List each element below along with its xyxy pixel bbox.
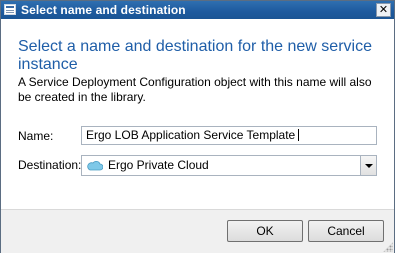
title-bar[interactable]: Select name and destination ✕: [1, 1, 394, 19]
destination-value: Ergo Private Cloud: [108, 158, 209, 172]
window-title: Select name and destination: [21, 3, 186, 17]
name-field[interactable]: Ergo LOB Application Service Template: [81, 126, 377, 145]
close-icon: ✕: [378, 4, 389, 16]
destination-dropdown[interactable]: Ergo Private Cloud: [81, 155, 377, 176]
resize-grip-icon[interactable]: [383, 242, 393, 252]
name-label: Name:: [18, 129, 54, 143]
chevron-down-icon[interactable]: [360, 156, 376, 175]
destination-label: Destination:: [18, 158, 82, 172]
cloud-icon: [87, 160, 103, 171]
description-text: A Service Deployment Configuration objec…: [18, 75, 372, 104]
dialog-window: Select name and destination ✕ Select a n…: [0, 0, 395, 253]
page-title: Select a name and destination for the ne…: [18, 38, 372, 73]
close-button[interactable]: ✕: [376, 3, 391, 17]
name-field-value: Ergo LOB Application Service Template: [86, 128, 296, 142]
cancel-button[interactable]: Cancel: [308, 220, 384, 242]
ok-button[interactable]: OK: [227, 220, 303, 242]
window-icon: [4, 4, 16, 15]
button-bar: OK Cancel: [1, 209, 394, 253]
text-caret: [298, 129, 300, 141]
